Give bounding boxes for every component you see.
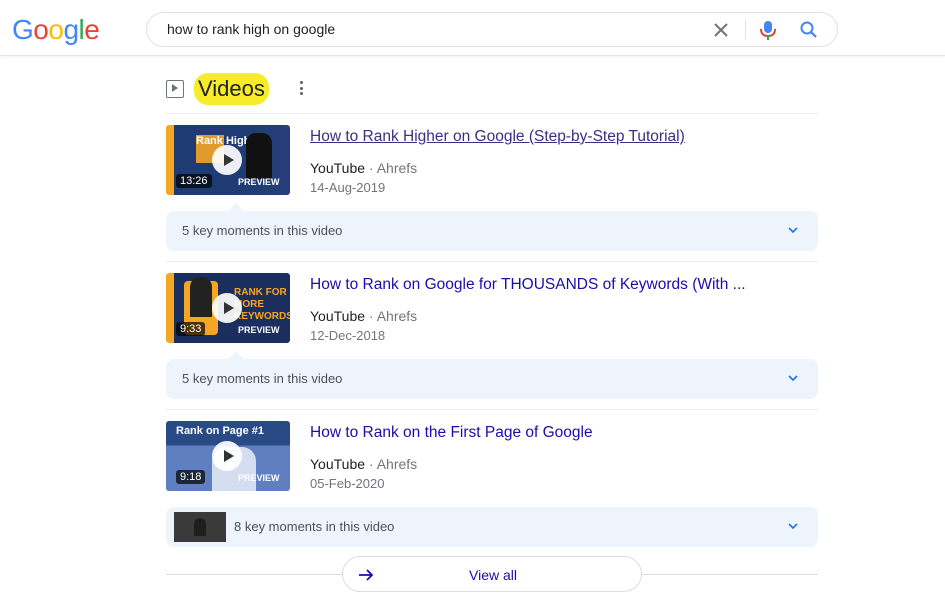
video-date: 14-Aug-2019 <box>310 180 386 195</box>
video-source: YouTube · Ahrefs <box>310 308 417 324</box>
video-duration: 9:33 <box>176 322 206 336</box>
channel-name: Ahrefs <box>376 308 418 324</box>
play-icon <box>212 293 242 323</box>
key-moments-label: 5 key moments in this video <box>182 223 343 238</box>
callout-pointer <box>228 351 244 359</box>
channel-name: Ahrefs <box>376 160 418 176</box>
source-name: YouTube <box>310 308 366 324</box>
search-divider <box>745 20 746 40</box>
view-all-button[interactable]: View all <box>342 556 642 592</box>
source-name: YouTube <box>310 456 366 472</box>
video-duration: 13:26 <box>176 174 212 188</box>
video-date: 05-Feb-2020 <box>310 476 385 491</box>
source-name: YouTube <box>310 160 366 176</box>
section-title: Videos <box>194 73 269 105</box>
video-thumbnail[interactable]: Rank Higher 13:26 PREVIEW <box>166 125 290 195</box>
microphone-icon[interactable] <box>757 18 779 42</box>
play-icon <box>212 145 242 175</box>
close-icon[interactable] <box>711 20 731 40</box>
separator: · <box>368 160 374 176</box>
logo-letter: G <box>12 14 34 45</box>
preview-label: PREVIEW <box>238 325 280 335</box>
divider <box>642 574 818 575</box>
chevron-down-icon <box>788 375 798 382</box>
play-icon <box>212 441 242 471</box>
divider <box>166 574 342 575</box>
preview-label: PREVIEW <box>238 473 280 483</box>
video-title-link[interactable]: How to Rank on Google for THOUSANDS of K… <box>310 275 800 295</box>
key-moment-thumbnail <box>174 512 226 542</box>
video-source: YouTube · Ahrefs <box>310 456 417 472</box>
video-result: RANK FOR MORE KEYWORDS 9:33 PREVIEW How … <box>166 262 818 410</box>
callout-pointer <box>228 203 244 211</box>
logo-letter: g <box>63 14 79 45</box>
arrow-forward-icon <box>359 569 374 581</box>
header: Google <box>0 0 945 56</box>
video-result: Rank on Page #1 9:18 PREVIEW How to Rank… <box>166 410 818 558</box>
thumbnail-text: RANK FOR MORE KEYWORDS <box>234 287 290 322</box>
thumbnail-text: Rank on Page #1 <box>176 425 265 437</box>
separator: · <box>368 456 374 472</box>
play-box-icon <box>166 80 184 98</box>
channel-name: Ahrefs <box>376 456 418 472</box>
key-moments-toggle[interactable]: 8 key moments in this video <box>166 507 818 547</box>
logo-letter: o <box>33 14 49 45</box>
key-moments-toggle[interactable]: 5 key moments in this video <box>166 203 818 251</box>
logo-letter: o <box>48 14 64 45</box>
video-result: Rank Higher 13:26 PREVIEW How to Rank Hi… <box>166 114 818 262</box>
more-vert-icon[interactable] <box>296 81 306 99</box>
videos-section: Videos Rank Higher 13:26 PREVIEW How to … <box>166 66 818 558</box>
video-title-link[interactable]: How to Rank on the First Page of Google <box>310 423 800 443</box>
chevron-down-icon <box>788 227 798 234</box>
video-title-link[interactable]: How to Rank Higher on Google (Step-by-St… <box>310 127 800 147</box>
video-thumbnail[interactable]: Rank on Page #1 9:18 PREVIEW <box>166 421 290 491</box>
search-icon[interactable] <box>799 20 819 40</box>
search-bar <box>146 12 838 47</box>
video-date: 12-Dec-2018 <box>310 328 386 343</box>
view-all-label: View all <box>469 567 517 583</box>
search-input[interactable] <box>167 21 687 37</box>
section-header: Videos <box>166 66 818 114</box>
video-duration: 9:18 <box>176 470 206 484</box>
key-moments-label: 8 key moments in this video <box>234 519 395 534</box>
preview-label: PREVIEW <box>238 177 280 187</box>
key-moments-toggle[interactable]: 5 key moments in this video <box>166 351 818 399</box>
key-moments-label: 5 key moments in this video <box>182 371 343 386</box>
logo-letter: e <box>84 14 100 45</box>
video-source: YouTube · Ahrefs <box>310 160 417 176</box>
chevron-down-icon <box>788 523 798 530</box>
separator: · <box>368 308 374 324</box>
google-logo[interactable]: Google <box>12 12 100 48</box>
video-thumbnail[interactable]: RANK FOR MORE KEYWORDS 9:33 PREVIEW <box>166 273 290 343</box>
